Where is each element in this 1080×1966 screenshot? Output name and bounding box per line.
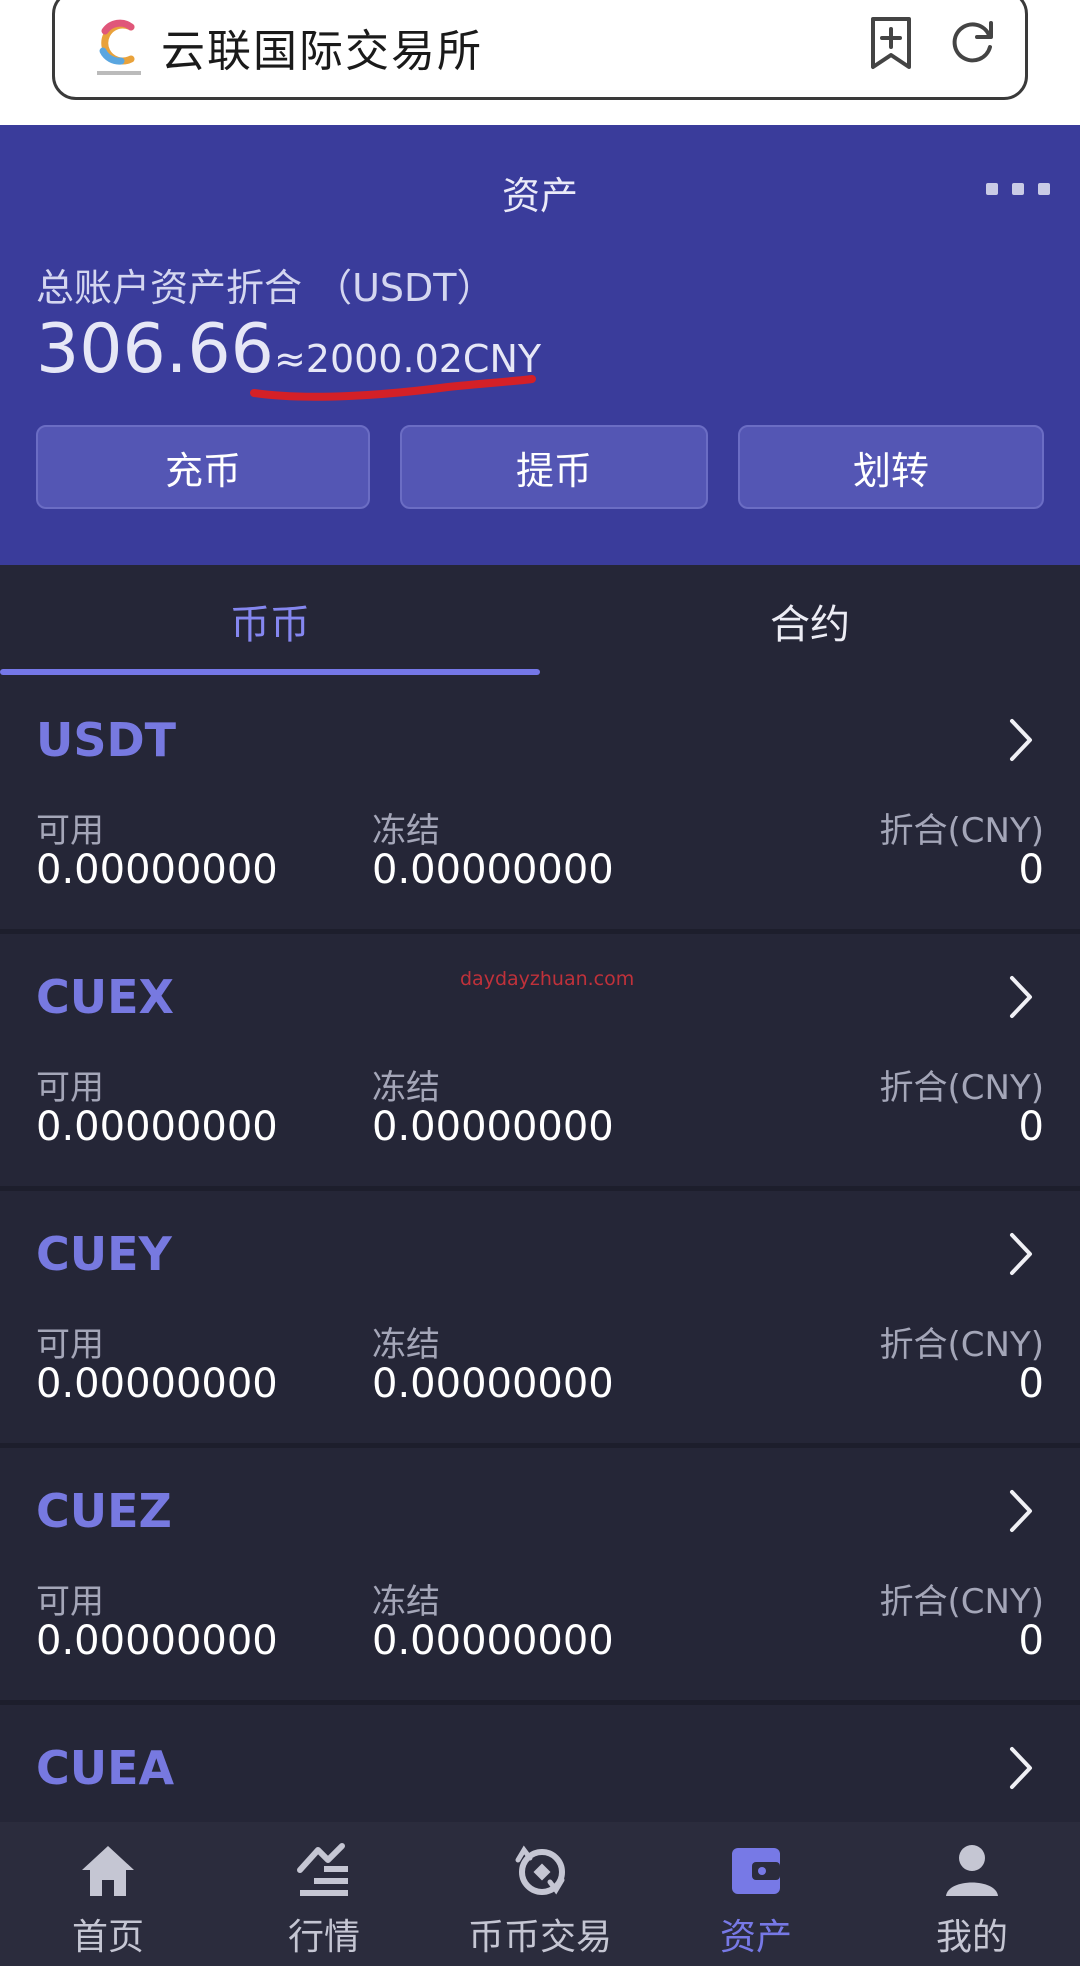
nav-label: 行情 — [287, 1917, 360, 1958]
tab-spot[interactable]: 币币 — [0, 565, 540, 677]
transfer-button[interactable]: 划转 — [738, 425, 1044, 509]
add-bookmark-icon[interactable] — [865, 15, 917, 71]
available-label: 可用 — [36, 811, 104, 851]
address-bar[interactable]: 云联国际交易所 — [52, 0, 1028, 100]
available-value: 0.00000000 — [36, 847, 278, 893]
nav-profile[interactable]: 我的 — [864, 1822, 1080, 1966]
cny-value: 0 — [1018, 847, 1044, 893]
site-title: 云联国际交易所 — [161, 26, 483, 77]
reload-icon[interactable] — [945, 15, 999, 69]
nav-trade[interactable]: 币币交易 — [432, 1822, 648, 1966]
chevron-right-icon — [1010, 719, 1032, 761]
cny-value: 0 — [1018, 1361, 1044, 1407]
frozen-label: 冻结 — [372, 1325, 440, 1365]
cloud-logo-icon — [97, 19, 141, 75]
deposit-button[interactable]: 充币 — [36, 425, 370, 509]
frozen-label: 冻结 — [372, 1582, 440, 1622]
total-assets-label: 总账户资产折合 （USDT） — [36, 266, 495, 310]
assets-header: 资产 总账户资产折合 （USDT） 306.66≈2000.02CNY 充币 提… — [0, 125, 1080, 565]
active-tab-indicator — [0, 669, 540, 675]
frozen-label: 冻结 — [372, 1068, 440, 1108]
nav-home[interactable]: 首页 — [0, 1822, 216, 1966]
nav-market[interactable]: 行情 — [216, 1822, 432, 1966]
total-usdt-value: 306.66 — [36, 310, 274, 389]
chevron-right-icon — [1010, 1747, 1032, 1789]
available-value: 0.00000000 — [36, 1361, 278, 1407]
coin-row-cuey[interactable]: CUEY 可用 0.00000000 冻结 0.00000000 折合(CNY)… — [0, 1191, 1080, 1443]
market-icon — [297, 1843, 348, 1896]
tab-contract[interactable]: 合约 — [540, 565, 1080, 677]
nav-label: 币币交易 — [467, 1917, 612, 1958]
user-icon — [946, 1845, 998, 1896]
coin-name: CUEA — [36, 1741, 175, 1795]
cny-label: 折合(CNY) — [879, 1068, 1044, 1108]
coin-name: CUEZ — [36, 1484, 172, 1538]
available-label: 可用 — [36, 1068, 104, 1108]
more-menu-icon[interactable] — [986, 183, 1050, 195]
coin-name: USDT — [36, 713, 177, 767]
bottom-nav: 首页 行情 币币交易 资产 我的 — [0, 1822, 1080, 1966]
coin-row-usdt[interactable]: USDT 可用 0.00000000 冻结 0.00000000 折合(CNY)… — [0, 677, 1080, 929]
nav-label: 资产 — [719, 1917, 792, 1958]
coin-row-cuez[interactable]: CUEZ 可用 0.00000000 冻结 0.00000000 折合(CNY)… — [0, 1448, 1080, 1700]
chevron-right-icon — [1010, 976, 1032, 1018]
red-annotation-underline — [250, 375, 536, 401]
available-value: 0.00000000 — [36, 1618, 278, 1664]
watermark: daydayzhuan.com — [460, 968, 635, 990]
wallet-icon — [732, 1848, 780, 1894]
available-label: 可用 — [36, 1582, 104, 1622]
chevron-right-icon — [1010, 1233, 1032, 1275]
coin-row-cuea[interactable]: CUEA — [0, 1705, 1080, 1822]
cny-label: 折合(CNY) — [879, 811, 1044, 851]
browser-bar: 云联国际交易所 — [0, 0, 1080, 125]
available-value: 0.00000000 — [36, 1104, 278, 1150]
chevron-right-icon — [1010, 1490, 1032, 1532]
cny-value: 0 — [1018, 1618, 1044, 1664]
frozen-value: 0.00000000 — [372, 1361, 614, 1407]
cny-label: 折合(CNY) — [879, 1582, 1044, 1622]
nav-label: 首页 — [71, 1917, 144, 1958]
page-title: 资产 — [501, 174, 578, 218]
asset-tabs: 币币 合约 — [0, 565, 1080, 677]
trade-icon — [515, 1845, 565, 1895]
withdraw-button[interactable]: 提币 — [400, 425, 708, 509]
frozen-value: 0.00000000 — [372, 1104, 614, 1150]
frozen-value: 0.00000000 — [372, 847, 614, 893]
nav-assets[interactable]: 资产 — [648, 1822, 864, 1966]
nav-label: 我的 — [935, 1917, 1008, 1958]
available-label: 可用 — [36, 1325, 104, 1365]
frozen-label: 冻结 — [372, 811, 440, 851]
home-icon — [82, 1846, 134, 1896]
coin-name: CUEY — [36, 1227, 172, 1281]
cny-label: 折合(CNY) — [879, 1325, 1044, 1365]
frozen-value: 0.00000000 — [372, 1618, 614, 1664]
coin-name: CUEX — [36, 970, 174, 1024]
cny-value: 0 — [1018, 1104, 1044, 1150]
